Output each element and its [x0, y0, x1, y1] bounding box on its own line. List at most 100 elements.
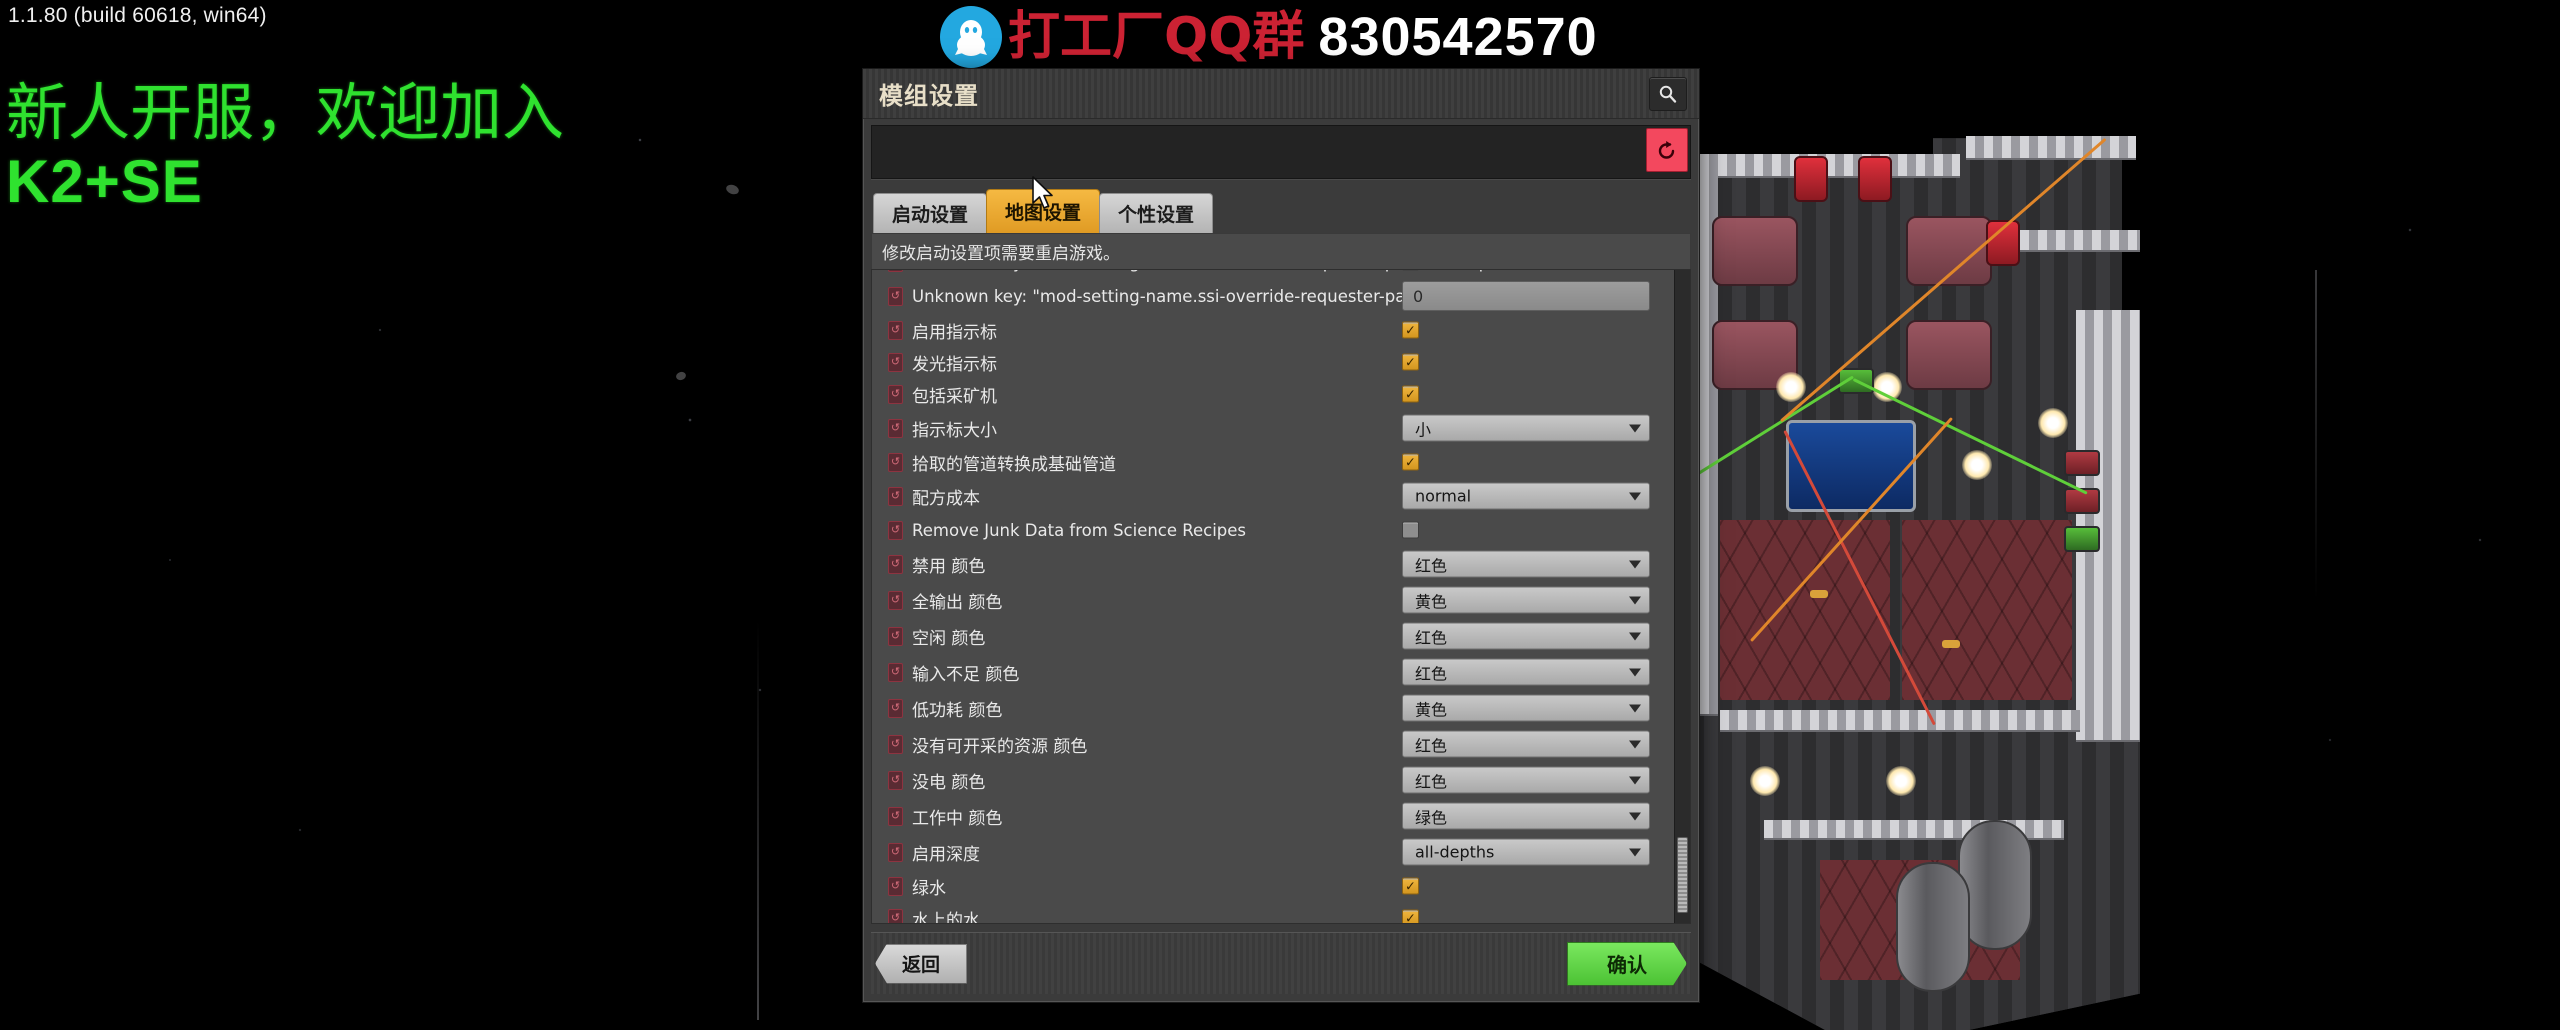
- lock-icon: ↺: [888, 590, 903, 610]
- setting-dropdown[interactable]: 黄色: [1402, 586, 1650, 614]
- setting-checkbox[interactable]: [1402, 385, 1419, 403]
- platform-wall: [2020, 230, 2140, 250]
- lock-glyph: ↺: [890, 421, 901, 434]
- setting-label: 低功耗 颜色: [912, 700, 1003, 721]
- qq-group-label: 打工厂QQ群: [1008, 7, 1305, 67]
- dropdown-value: normal: [1415, 486, 1472, 506]
- setting-checkbox[interactable]: [1402, 321, 1419, 339]
- chevron-down-icon: [1629, 812, 1641, 820]
- setting-label: 启用指示标: [912, 322, 997, 343]
- dropdown-value: 红色: [1415, 772, 1448, 791]
- back-button[interactable]: 返回: [875, 943, 968, 984]
- setting-dropdown[interactable]: 红色: [1402, 766, 1650, 794]
- scrollbar-thumb[interactable]: [1677, 837, 1688, 913]
- setting-label: 指示标大小: [912, 420, 997, 441]
- platform-edge-line: [2315, 270, 2317, 600]
- setting-dropdown[interactable]: normal: [1402, 482, 1650, 510]
- setting-dropdown[interactable]: 黄色: [1402, 694, 1650, 722]
- lock-icon: ↺: [888, 486, 903, 506]
- setting-checkbox[interactable]: [1402, 521, 1419, 539]
- lamp: [1886, 766, 1916, 796]
- setting-checkbox[interactable]: [1402, 270, 1419, 271]
- setting-dropdown[interactable]: 红色: [1402, 622, 1650, 650]
- dropdown-value: all-depths: [1415, 842, 1495, 862]
- setting-label: 没有可开采的资源 颜色: [912, 736, 1088, 757]
- setting-control: 红色: [1402, 622, 1650, 650]
- settings-row: ↺ 空闲 颜色 红色: [872, 618, 1674, 654]
- confirm-button[interactable]: 确认: [1567, 942, 1687, 986]
- setting-control: 绿色: [1402, 802, 1650, 830]
- lock-glyph: ↺: [890, 773, 901, 786]
- setting-control: 红色: [1402, 550, 1650, 578]
- dropdown-value: 红色: [1415, 556, 1448, 575]
- qq-penguin-icon: [940, 6, 1002, 68]
- settings-list-frame: ↺ Unknown key: "mod-setting-name.ssi-over…: [871, 269, 1691, 924]
- settings-list: ↺ Unknown key: "mod-setting-name.ssi-over…: [872, 270, 1674, 923]
- setting-label: 发光指示标: [912, 354, 997, 375]
- reactor: [1906, 320, 1992, 390]
- lock-icon: ↺: [888, 876, 903, 896]
- setting-label: 工作中 颜色: [912, 808, 1003, 829]
- setting-textbox[interactable]: 0: [1402, 281, 1650, 311]
- setting-label: Unknown key: "mod-setting-name.ssi-overr…: [912, 270, 1523, 272]
- tab-map-settings[interactable]: 地图设置: [986, 189, 1101, 233]
- platform-wall: [2076, 310, 2140, 740]
- dropdown-value: 红色: [1415, 736, 1448, 755]
- lock-glyph: ↺: [890, 289, 901, 302]
- settings-row: ↺ 启用深度 all-depths: [872, 834, 1674, 870]
- setting-control: 小: [1402, 414, 1650, 442]
- lock-icon: ↺: [888, 520, 903, 540]
- setting-dropdown[interactable]: all-depths: [1402, 838, 1650, 866]
- tab-startup-settings[interactable]: 启动设置: [873, 193, 988, 233]
- setting-dropdown[interactable]: 绿色: [1402, 802, 1650, 830]
- tab-per-user-settings[interactable]: 个性设置: [1099, 193, 1214, 233]
- settings-row: ↺ 水上的水: [872, 902, 1674, 923]
- lock-icon: ↺: [888, 698, 903, 718]
- settings-row: ↺ 包括采矿机: [872, 378, 1674, 410]
- mod-settings-dialog: 模组设置 启动设置 地图设置 个性设置 修改启动设置项需要重启游戏。 ↺ Unk…: [862, 68, 1700, 1003]
- setting-checkbox[interactable]: [1402, 353, 1419, 371]
- setting-dropdown[interactable]: 红色: [1402, 658, 1650, 686]
- setting-label: 输入不足 颜色: [912, 664, 1020, 685]
- lock-icon: ↺: [888, 384, 903, 404]
- setting-dropdown[interactable]: 小: [1402, 414, 1650, 442]
- chevron-down-icon: [1629, 704, 1641, 712]
- search-icon[interactable]: [1649, 76, 1687, 111]
- radar-screen: [1786, 420, 1916, 512]
- setting-control: normal: [1402, 482, 1650, 510]
- lamp: [1962, 450, 1992, 480]
- platform-edge-line: [757, 620, 759, 1020]
- setting-control: all-depths: [1402, 838, 1650, 866]
- dropdown-value: 红色: [1415, 664, 1448, 683]
- settings-scrollbar[interactable]: [1674, 270, 1690, 923]
- textbox-value: 0: [1413, 286, 1424, 306]
- chevron-down-icon: [1629, 848, 1641, 856]
- lock-glyph: ↺: [890, 911, 901, 923]
- setting-checkbox[interactable]: [1402, 909, 1419, 923]
- setting-label: 空闲 颜色: [912, 628, 986, 649]
- lamp: [1750, 766, 1780, 796]
- reactor: [1712, 216, 1798, 286]
- lock-icon: ↺: [888, 734, 903, 754]
- reset-icon[interactable]: [1646, 128, 1688, 172]
- game-version-text: 1.1.80 (build 60618, win64): [8, 4, 267, 27]
- chevron-down-icon: [1629, 424, 1641, 432]
- lock-glyph: ↺: [890, 593, 901, 606]
- settings-row: ↺ 发光指示标: [872, 346, 1674, 378]
- lock-icon: ↺: [888, 286, 903, 306]
- platform-hex-tile: [1902, 520, 2072, 700]
- setting-dropdown[interactable]: 红色: [1402, 550, 1650, 578]
- setting-checkbox[interactable]: [1402, 453, 1419, 471]
- setting-control: 红色: [1402, 766, 1650, 794]
- settings-row: ↺ 拾取的管道转换成基础管道: [872, 446, 1674, 478]
- setting-control: 红色: [1402, 730, 1650, 758]
- promo-text-line2: K2+SE: [6, 148, 203, 215]
- space-platform-art: [1682, 120, 2140, 1030]
- lock-icon: ↺: [888, 352, 903, 372]
- settings-row: ↺ 没电 颜色 红色: [872, 762, 1674, 798]
- settings-tabs: 启动设置 地图设置 个性设置: [873, 189, 1699, 233]
- dropdown-value: 黄色: [1415, 592, 1448, 611]
- setting-dropdown[interactable]: 红色: [1402, 730, 1650, 758]
- setting-checkbox[interactable]: [1402, 877, 1419, 895]
- logistic-chest: [2064, 526, 2100, 552]
